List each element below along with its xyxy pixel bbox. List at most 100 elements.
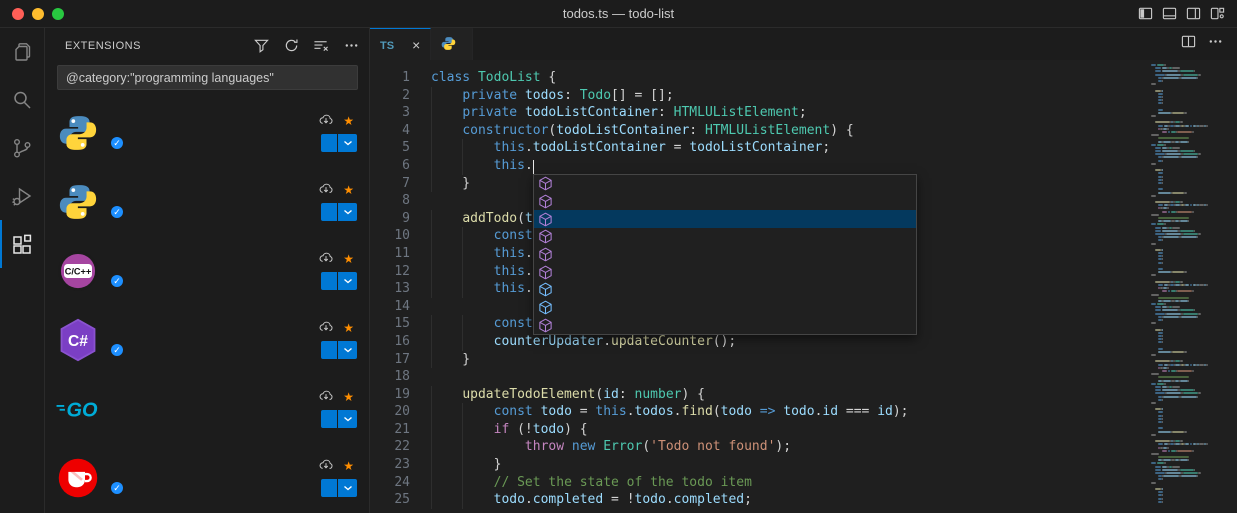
editor-more-actions-icon[interactable] — [1208, 34, 1223, 54]
line-number: 17 — [370, 351, 410, 369]
code-line-22[interactable]: 22 throw new Error('Todo not found'); — [370, 438, 1145, 456]
install-button[interactable] — [321, 272, 337, 290]
suggest-item-removeTodos[interactable] — [534, 228, 916, 246]
code-editor[interactable]: 1class TodoList {2 private todos: Todo[]… — [370, 60, 1237, 513]
star-icon: ★ — [343, 390, 354, 404]
suggest-item-todoListContainer[interactable] — [534, 281, 916, 299]
suggest-item-todos[interactable] — [534, 299, 916, 317]
line-number: 19 — [370, 386, 410, 404]
install-dropdown-chevron-icon[interactable] — [338, 410, 357, 428]
refresh-icon[interactable] — [281, 36, 301, 56]
line-number: 4 — [370, 122, 410, 140]
toggle-panel-icon[interactable] — [1162, 6, 1177, 21]
activity-run-debug-icon[interactable] — [0, 172, 44, 220]
line-number: 7 — [370, 175, 410, 193]
extension-row[interactable]: ★✓ — [45, 167, 369, 236]
install-button[interactable] — [321, 341, 337, 359]
extension-row[interactable]: ★✓ — [45, 443, 369, 512]
python-extension-icon — [55, 179, 101, 225]
line-number: 12 — [370, 263, 410, 281]
activity-extensions-icon[interactable] — [0, 220, 44, 268]
svg-text:C#: C# — [68, 332, 88, 349]
line-number: 3 — [370, 104, 410, 122]
line-number: 16 — [370, 333, 410, 351]
code-line-25[interactable]: 25 todo.completed = !todo.completed; — [370, 491, 1145, 509]
symbol-method-icon — [536, 247, 554, 262]
install-button[interactable] — [321, 203, 337, 221]
minimize-window-button[interactable] — [32, 8, 44, 20]
line-number: 9 — [370, 210, 410, 228]
code-line-17[interactable]: 17 } — [370, 351, 1145, 369]
code-line-21[interactable]: 21 if (!todo) { — [370, 421, 1145, 439]
activity-explorer-icon[interactable] — [0, 28, 44, 76]
extension-row[interactable]: ★✓ — [45, 98, 369, 167]
download-count-icon — [319, 113, 333, 128]
line-number: 24 — [370, 474, 410, 492]
install-dropdown-chevron-icon[interactable] — [338, 272, 357, 290]
code-line-6[interactable]: 6 this. — [370, 157, 1145, 175]
code-line-3[interactable]: 3 private todoListContainer: HTMLUListEl… — [370, 104, 1145, 122]
suggest-item-renderTodo[interactable] — [534, 246, 916, 264]
install-dropdown-chevron-icon[interactable] — [338, 134, 357, 152]
filter-icon[interactable] — [251, 36, 271, 56]
clear-search-results-icon[interactable] — [311, 36, 331, 56]
install-button[interactable] — [321, 134, 337, 152]
python-extension-icon — [55, 110, 101, 156]
more-actions-icon[interactable] — [341, 36, 361, 56]
cpp-extension-icon: C/C++ — [55, 248, 101, 294]
install-dropdown-chevron-icon[interactable] — [338, 479, 357, 497]
line-number: 20 — [370, 403, 410, 421]
code-line-23[interactable]: 23 } — [370, 456, 1145, 474]
code-line-5[interactable]: 5 this.todoListContainer = todoListConta… — [370, 139, 1145, 157]
code-line-4[interactable]: 4 constructor(todoListContainer: HTMLULi… — [370, 122, 1145, 140]
close-window-button[interactable] — [12, 8, 24, 20]
install-button[interactable] — [321, 410, 337, 428]
extension-row[interactable]: GO ★ — [45, 374, 369, 443]
activity-source-control-icon[interactable] — [0, 124, 44, 172]
star-icon: ★ — [343, 183, 354, 197]
suggest-item-loadTodos[interactable] — [534, 210, 916, 228]
code-line-24[interactable]: 24 // Set the state of the todo item — [370, 474, 1145, 492]
star-icon: ★ — [343, 252, 354, 266]
verified-publisher-icon: ✓ — [111, 344, 123, 356]
suggest-item-updateTodoElement[interactable] — [534, 317, 916, 335]
minimap[interactable] — [1145, 60, 1237, 513]
suggest-item-createTodoElement[interactable] — [534, 193, 916, 211]
line-number: 10 — [370, 227, 410, 245]
install-dropdown-chevron-icon[interactable] — [338, 341, 357, 359]
suggest-item-addTodo[interactable] — [534, 175, 916, 193]
line-number: 23 — [370, 456, 410, 474]
star-icon: ★ — [343, 114, 354, 128]
verified-publisher-icon: ✓ — [111, 137, 123, 149]
download-count-icon — [319, 320, 333, 335]
code-line-2[interactable]: 2 private todos: Todo[] = []; — [370, 87, 1145, 105]
extension-row[interactable]: C#★✓ — [45, 305, 369, 374]
extension-row[interactable]: C/C++★✓ — [45, 236, 369, 305]
tab-todos.ts[interactable]: TS× — [370, 28, 431, 60]
toggle-primary-sidebar-icon[interactable] — [1138, 6, 1153, 21]
code-line-19[interactable]: 19 updateTodoElement(id: number) { — [370, 386, 1145, 404]
symbol-field-icon — [536, 300, 554, 315]
zoom-window-button[interactable] — [52, 8, 64, 20]
tab-bar: TS× — [370, 28, 1237, 60]
extensions-search-input[interactable] — [57, 65, 358, 90]
suggest-item-saveTodos[interactable] — [534, 263, 916, 281]
code-line-20[interactable]: 20 const todo = this.todos.find(todo => … — [370, 403, 1145, 421]
symbol-method-icon — [536, 176, 554, 191]
extensions-sidebar: EXTENSIONS ★✓★✓C/C++★✓C#★✓GO★★✓ — [45, 28, 370, 513]
tab-app.py[interactable] — [431, 28, 473, 60]
symbol-field-icon — [536, 282, 554, 297]
code-line-1[interactable]: 1class TodoList { — [370, 69, 1145, 87]
line-number: 1 — [370, 69, 410, 87]
code-line-16[interactable]: 16 counterUpdater.updateCounter(); — [370, 333, 1145, 351]
customize-layout-icon[interactable] — [1210, 6, 1225, 21]
split-editor-icon[interactable] — [1181, 34, 1196, 54]
go-extension-icon: GO — [55, 386, 101, 432]
symbol-method-icon — [536, 318, 554, 333]
activity-search-icon[interactable] — [0, 76, 44, 124]
close-tab-icon[interactable]: × — [412, 37, 420, 53]
install-button[interactable] — [321, 479, 337, 497]
install-dropdown-chevron-icon[interactable] — [338, 203, 357, 221]
toggle-secondary-sidebar-icon[interactable] — [1186, 6, 1201, 21]
code-line-18[interactable]: 18 — [370, 368, 1145, 386]
